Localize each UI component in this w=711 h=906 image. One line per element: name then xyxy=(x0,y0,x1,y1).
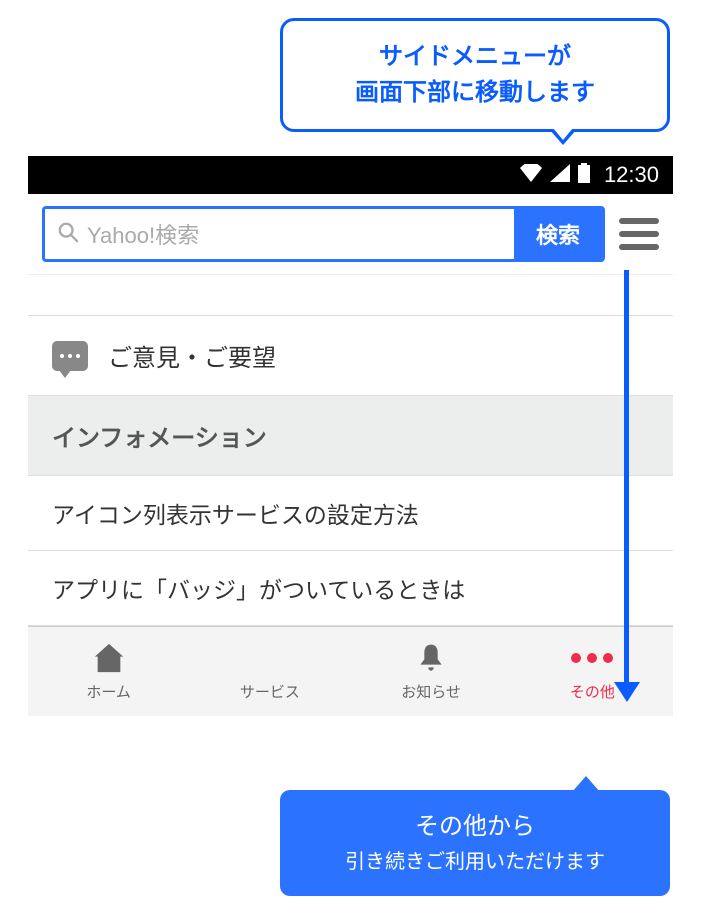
grid-icon xyxy=(253,641,286,675)
spacer xyxy=(28,275,673,315)
callout-top: サイドメニューが 画面下部に移動します xyxy=(280,18,670,132)
nav-other-label: その他 xyxy=(570,681,615,702)
signal-icon xyxy=(550,164,570,187)
arrow-down-icon xyxy=(614,682,640,702)
callout-tail-icon xyxy=(572,776,600,792)
nav-notice[interactable]: お知らせ xyxy=(351,627,512,716)
phone-frame: 12:30 Yahoo!検索 検索 ご意見・ご要望 インフォメーション アイコン… xyxy=(28,156,673,716)
search-group: Yahoo!検索 検索 xyxy=(42,206,605,262)
status-time: 12:30 xyxy=(604,162,659,188)
callout-bottom: その他から 引き続きご利用いただけます xyxy=(280,790,670,896)
more-dots-icon xyxy=(571,641,613,675)
nav-home-label: ホーム xyxy=(86,681,131,702)
wifi-icon xyxy=(520,164,542,187)
search-placeholder: Yahoo!検索 xyxy=(87,218,199,250)
search-icon xyxy=(57,221,79,248)
battery-icon xyxy=(578,163,590,188)
search-button[interactable]: 検索 xyxy=(514,209,602,259)
callout-tail-icon xyxy=(549,129,577,145)
callout-top-line2: 画面下部に移動します xyxy=(307,75,643,111)
list-item[interactable]: アイコン列表示サービスの設定方法 xyxy=(28,476,673,551)
callout-bottom-line2: 引き続きご利用いただけます xyxy=(304,846,646,878)
search-input[interactable]: Yahoo!検索 xyxy=(45,209,514,259)
callout-bottom-line1: その他から xyxy=(304,808,646,846)
bell-icon xyxy=(415,641,447,675)
arrow-line xyxy=(624,270,629,686)
search-header: Yahoo!検索 検索 xyxy=(28,194,673,275)
hamburger-icon[interactable] xyxy=(619,218,659,250)
feedback-label: ご意見・ご要望 xyxy=(108,338,276,373)
nav-home[interactable]: ホーム xyxy=(28,627,189,716)
chat-icon xyxy=(52,341,88,371)
nav-notice-label: お知らせ xyxy=(401,681,461,702)
feedback-row[interactable]: ご意見・ご要望 xyxy=(28,315,673,396)
home-icon xyxy=(92,641,126,675)
status-bar: 12:30 xyxy=(28,156,673,194)
nav-other[interactable]: その他 xyxy=(512,627,673,716)
callout-top-line1: サイドメニューが xyxy=(307,39,643,75)
bottom-nav: ホーム サービス お知らせ その他 xyxy=(28,626,673,716)
nav-service[interactable]: サービス xyxy=(189,627,350,716)
nav-service-label: サービス xyxy=(240,681,300,702)
list-item[interactable]: アプリに「バッジ」がついているときは xyxy=(28,551,673,626)
section-header: インフォメーション xyxy=(28,396,673,476)
